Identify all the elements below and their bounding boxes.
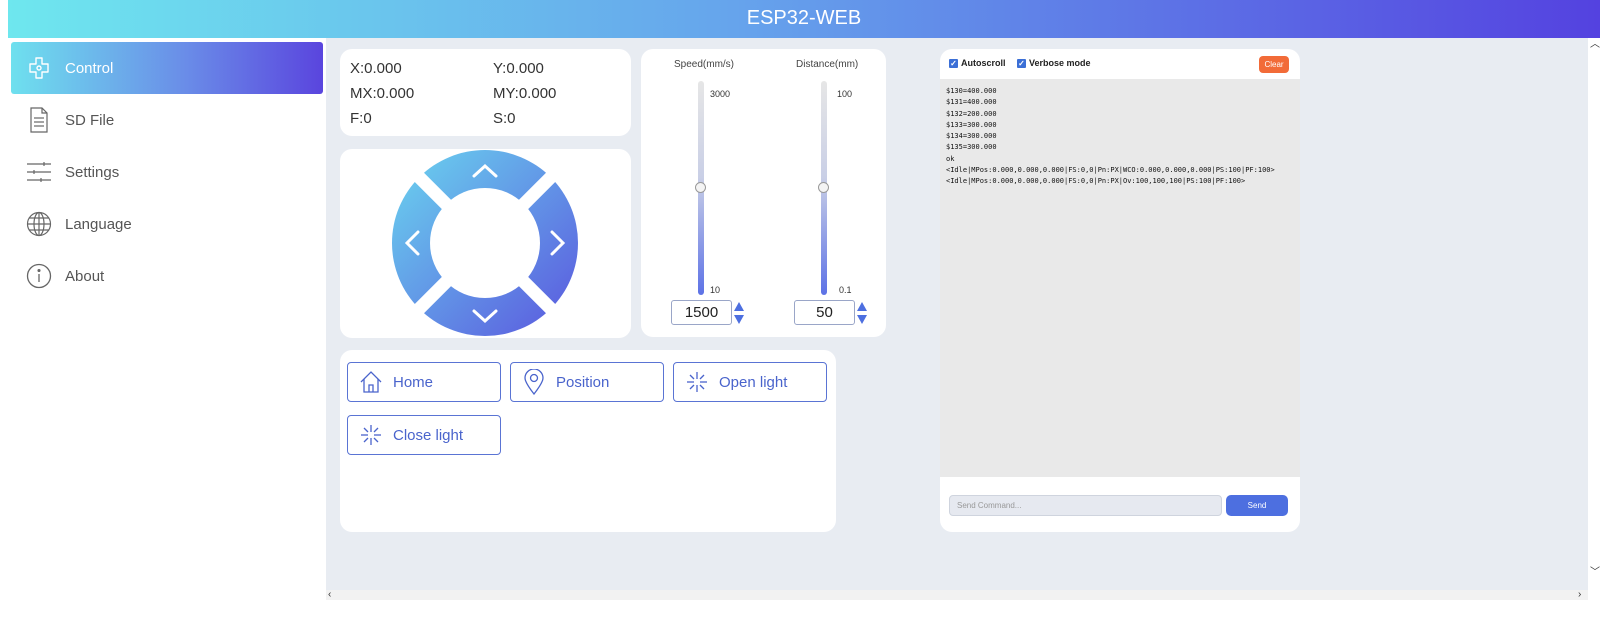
coord-mx: MX:0.000 [350,85,415,102]
checkmark-icon: ✓ [1017,58,1026,68]
log-line: ok [946,154,955,163]
send-button[interactable]: Send [1226,495,1288,516]
coord-s: S:0 [493,110,516,127]
sidebar-item-label: Settings [65,163,120,181]
log-line: <Idle|MPos:0.000,0.000,0.000|FS:0,0|Pn:P… [946,177,1246,186]
distance-min-label: 0.1 [839,285,852,295]
jog-pad [392,150,578,336]
verbose-mode-checkbox[interactable]: ✓ Verbose mode [1017,58,1091,68]
file-icon [25,106,53,134]
open-light-button[interactable]: Open light [673,362,827,402]
sidebar-item-sd-file[interactable]: SD File [11,94,323,146]
position-button[interactable]: Position [510,362,664,402]
coord-f: F:0 [350,110,372,127]
location-pin-icon [521,369,547,395]
gamepad-icon [25,54,53,82]
coord-x: X:0.000 [350,60,402,77]
speed-slider-thumb[interactable] [695,182,706,193]
home-button-label: Home [393,373,434,391]
console-panel: ✓ Autoscroll ✓ Verbose mode Clear $130=4… [940,49,1300,532]
coordinates-panel: X:0.000 Y:0.000 MX:0.000 MY:0.000 F:0 S:… [340,49,631,136]
position-button-label: Position [556,373,610,391]
horizontal-scrollbar[interactable]: ‹ › [326,590,1588,600]
scroll-left-icon[interactable]: ‹ [328,590,331,600]
vertical-scrollbar[interactable]: ︿ ﹀ [1588,38,1600,590]
sidebar-item-control[interactable]: Control [11,42,323,94]
app-title: ESP32-WEB [746,7,862,29]
sliders-icon [25,158,53,186]
autoscroll-label: Autoscroll [961,58,1006,68]
close-light-button[interactable]: Close light [347,415,501,455]
command-input[interactable]: Send Command... [949,495,1222,516]
sidebar-item-label: About [65,267,105,285]
speed-input[interactable]: 1500 [671,300,732,325]
speed-max-label: 3000 [710,89,731,99]
distance-stepper-icon[interactable] [856,301,868,325]
speed-distance-panel: Speed(mm/s) Distance(mm) 3000 10 100 0.1… [641,49,886,337]
verbose-mode-label: Verbose mode [1029,58,1091,68]
log-line: $134=300.000 [946,132,997,141]
main-content: X:0.000 Y:0.000 MX:0.000 MY:0.000 F:0 S:… [326,38,1588,590]
sidebar-item-about[interactable]: About [11,250,323,302]
open-light-button-label: Open light [719,373,788,391]
log-line: $130=400.000 [946,87,997,95]
info-icon [25,262,53,290]
sidebar-item-label: Language [65,215,132,233]
speed-label: Speed(mm/s) [674,59,735,70]
sidebar-item-label: SD File [65,111,115,129]
sidebar-item-label: Control [65,59,114,77]
distance-max-label: 100 [837,89,853,99]
distance-label: Distance(mm) [796,59,859,70]
scroll-up-icon[interactable]: ︿ [1590,40,1600,50]
console-log: $130=400.000 $131=400.000 $132=200.000 $… [940,79,1300,477]
sidebar-item-settings[interactable]: Settings [11,146,323,198]
speed-stepper-icon[interactable] [733,301,745,325]
log-line: <Idle|MPos:0.000,0.000,0.000|FS:0,0|Pn:P… [946,166,1275,175]
home-button[interactable]: Home [347,362,501,402]
actions-panel: Home Position Open light Close light [340,350,836,532]
distance-slider-thumb[interactable] [818,182,829,193]
speed-min-label: 10 [710,285,721,295]
log-line: $131=400.000 [946,98,997,107]
clear-button[interactable]: Clear [1259,56,1289,73]
jog-pad-panel [340,149,631,338]
autoscroll-checkbox[interactable]: ✓ Autoscroll [949,58,1006,68]
coord-y: Y:0.000 [493,60,544,77]
log-line: $135=300.000 [946,143,997,152]
log-line: $133=300.000 [946,120,997,129]
close-light-button-label: Close light [393,426,464,444]
checkmark-icon: ✓ [949,58,958,68]
light-icon [684,369,710,395]
coord-my: MY:0.000 [493,85,557,102]
scroll-right-icon[interactable]: › [1578,590,1581,600]
light-icon [358,422,384,448]
app-header: ESP32-WEB [8,0,1600,38]
home-icon [358,369,384,395]
sidebar-item-language[interactable]: Language [11,198,323,250]
globe-icon [25,210,53,238]
distance-input[interactable]: 50 [794,300,855,325]
scroll-down-icon[interactable]: ﹀ [1590,568,1600,578]
sidebar: Control SD File Settings Language About [0,38,326,643]
log-line: $132=200.000 [946,109,997,118]
